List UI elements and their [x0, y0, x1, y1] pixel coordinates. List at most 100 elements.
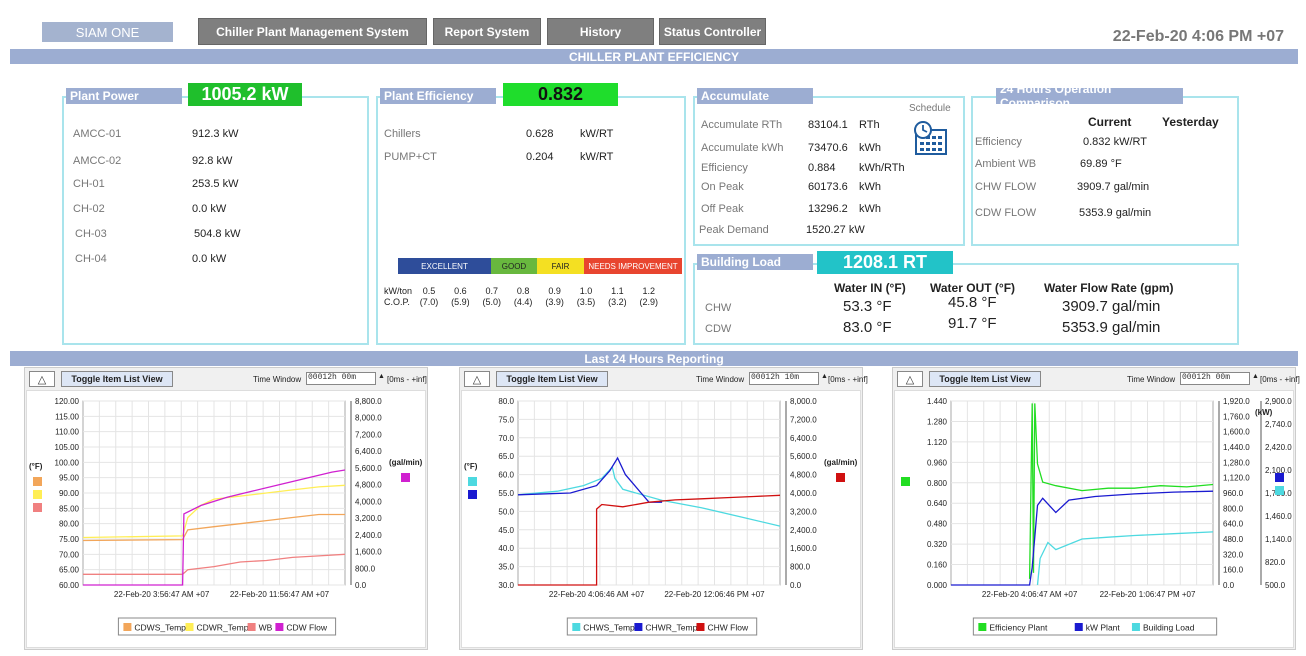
kwton-tick: 1.0 — [579, 286, 593, 296]
chart-legend: CDWS_Temp CDWR_Temp WB CDW Flow — [117, 617, 337, 636]
time-window-input[interactable]: 00012h 00m — [306, 372, 376, 385]
kwton-tick: 1.2 — [642, 286, 656, 296]
y-tick-label: 120.00 — [55, 397, 80, 406]
toggle-item-list-button[interactable]: Toggle Item List View — [496, 371, 608, 387]
plant-power-label: CH-02 — [73, 203, 105, 215]
chart-plot-area: 80.0 75.0 70.0 65.0 60.0 55.0 50.0 45.0 40.0 35.0… — [461, 390, 861, 648]
y2-tick-label: 800.0 — [790, 563, 811, 572]
kwton-tick: 0.9 — [548, 286, 561, 296]
scale-band-needs-improvement: NEEDS IMPROVEMENT — [584, 258, 682, 274]
legend-label: Efficiency Plant — [989, 623, 1048, 633]
plant-power-value: 504.8 kW — [194, 228, 241, 240]
accumulate-value: 13296.2 — [808, 203, 848, 215]
legend-swatch — [185, 623, 194, 631]
building-load-flow: 3909.7 gal/min — [1062, 298, 1161, 315]
building-load-col-in: Water IN (°F) — [834, 281, 906, 295]
y-tick-label: 45.0 — [498, 526, 514, 535]
y-tick-label: 1.120 — [927, 438, 948, 447]
collapse-toggle-icon[interactable]: △ — [897, 371, 923, 387]
building-load-water-in: 53.3 °F — [843, 298, 892, 315]
nav-chiller-plant-management[interactable]: Chiller Plant Management System — [198, 18, 427, 45]
nav-report-system[interactable]: Report System — [433, 18, 541, 45]
y-tick-label: 40.0 — [498, 544, 514, 553]
y-tick-label: 60.00 — [59, 581, 80, 590]
y2-tick-label: 8,000.0 — [790, 397, 817, 406]
y-tick-label: 115.00 — [55, 412, 79, 421]
time-window-input[interactable]: 00012h 00m — [1180, 372, 1250, 385]
y3-tick-label: 500.0 — [1265, 581, 1286, 590]
nav-status-controller[interactable]: Status Controller — [659, 18, 766, 45]
y2-tick-label: 3,200.0 — [790, 507, 817, 516]
nav-history[interactable]: History — [547, 18, 654, 45]
accumulate-value: 1520.27 kW — [806, 224, 865, 236]
series-swatch — [1275, 486, 1284, 495]
legend-swatch — [275, 623, 284, 631]
y-tick-label: 0.800 — [927, 479, 948, 488]
left-unit-label: (°F) — [29, 462, 43, 471]
kwton-tick: 1.1 — [611, 286, 624, 296]
scale-band-good: GOOD — [491, 258, 537, 274]
accumulate-unit: kWh — [859, 181, 881, 193]
legend-swatch — [634, 623, 643, 631]
series-swatch — [901, 477, 910, 486]
legend-swatch — [123, 623, 132, 631]
legend-label: CHWR_Temp — [645, 623, 697, 633]
schedule-icon[interactable] — [912, 120, 948, 156]
y-tick-label: 0.640 — [927, 499, 948, 508]
y-tick-label: 90.00 — [59, 489, 80, 498]
toggle-item-list-button[interactable]: Toggle Item List View — [61, 371, 173, 387]
plant-power-title: Plant Power — [66, 88, 182, 104]
y-tick-label: 1.280 — [927, 417, 948, 426]
cop-label: C.O.P. — [384, 297, 410, 307]
accumulate-label: On Peak — [701, 181, 744, 193]
y2-tick-label: 4,800.0 — [355, 481, 382, 490]
legend-label: CHW Flow — [708, 623, 749, 633]
accumulate-title: Accumulate — [697, 88, 813, 104]
accumulate-label: Peak Demand — [699, 224, 769, 236]
comparison-col-current: Current — [1088, 115, 1132, 129]
time-window-input[interactable]: 00012h 10m — [749, 372, 819, 385]
plant-efficiency-label: Chillers — [384, 128, 421, 140]
chart-plot-area: 1.440 1.280 1.120 0.960 0.800 0.640 0.480 0.320… — [894, 390, 1294, 648]
y2-tick-label: 3,200.0 — [355, 514, 382, 523]
cop-tick: (4.4) — [513, 297, 533, 307]
y2-tick-label: 1,600.0 — [790, 544, 817, 553]
y2-tick-label: 800.0 — [1223, 504, 1244, 513]
y2-tick-label: 800.0 — [355, 564, 376, 573]
series-swatch — [836, 473, 845, 482]
y2-tick-label: 1,760.0 — [1223, 412, 1250, 421]
cop-tick: (3.5) — [576, 297, 596, 307]
legend-swatch — [247, 623, 256, 631]
current-datetime: 22-Feb-20 4:06 PM +07 — [1112, 28, 1284, 45]
building-load-title: Building Load — [697, 254, 813, 270]
legend-swatch — [696, 623, 705, 631]
accumulate-unit: RTh — [859, 119, 880, 131]
building-load-water-out: 91.7 °F — [948, 315, 997, 332]
plant-power-label: CH-04 — [75, 253, 107, 265]
efficiency-scale-bar: EXCELLENT GOOD FAIR NEEDS IMPROVEMENT — [398, 258, 682, 274]
time-window-spinner[interactable]: ▲ — [821, 373, 828, 380]
y-tick-label: 65.00 — [59, 566, 80, 575]
y2-tick-label: 0.0 — [355, 581, 367, 590]
series-swatch — [1275, 473, 1284, 482]
cop-tick: (2.9) — [639, 297, 659, 307]
time-window-label: Time Window — [696, 375, 745, 384]
accumulate-label: Efficiency — [701, 162, 748, 174]
y-tick-label: 105.00 — [55, 443, 80, 452]
plant-power-label: CH-01 — [73, 178, 105, 190]
collapse-toggle-icon[interactable]: △ — [29, 371, 55, 387]
toggle-item-list-button[interactable]: Toggle Item List View — [929, 371, 1041, 387]
legend-label: CDW Flow — [286, 623, 327, 633]
y2-tick-label: 1,280.0 — [1223, 458, 1250, 467]
collapse-toggle-icon[interactable]: △ — [464, 371, 490, 387]
time-window-spinner[interactable]: ▲ — [378, 373, 385, 380]
plant-power-label: AMCC-02 — [73, 155, 122, 167]
cop-tick: (5.0) — [482, 297, 502, 307]
plant-power-label: CH-03 — [75, 228, 107, 240]
y-tick-label: 85.00 — [59, 504, 80, 513]
kwton-tick: 0.5 — [422, 286, 436, 296]
y2-tick-label: 320.0 — [1223, 550, 1244, 559]
y-tick-label: 0.320 — [927, 540, 948, 549]
time-window-spinner[interactable]: ▲ — [1252, 373, 1259, 380]
building-load-total: 1208.1 RT — [817, 251, 953, 274]
